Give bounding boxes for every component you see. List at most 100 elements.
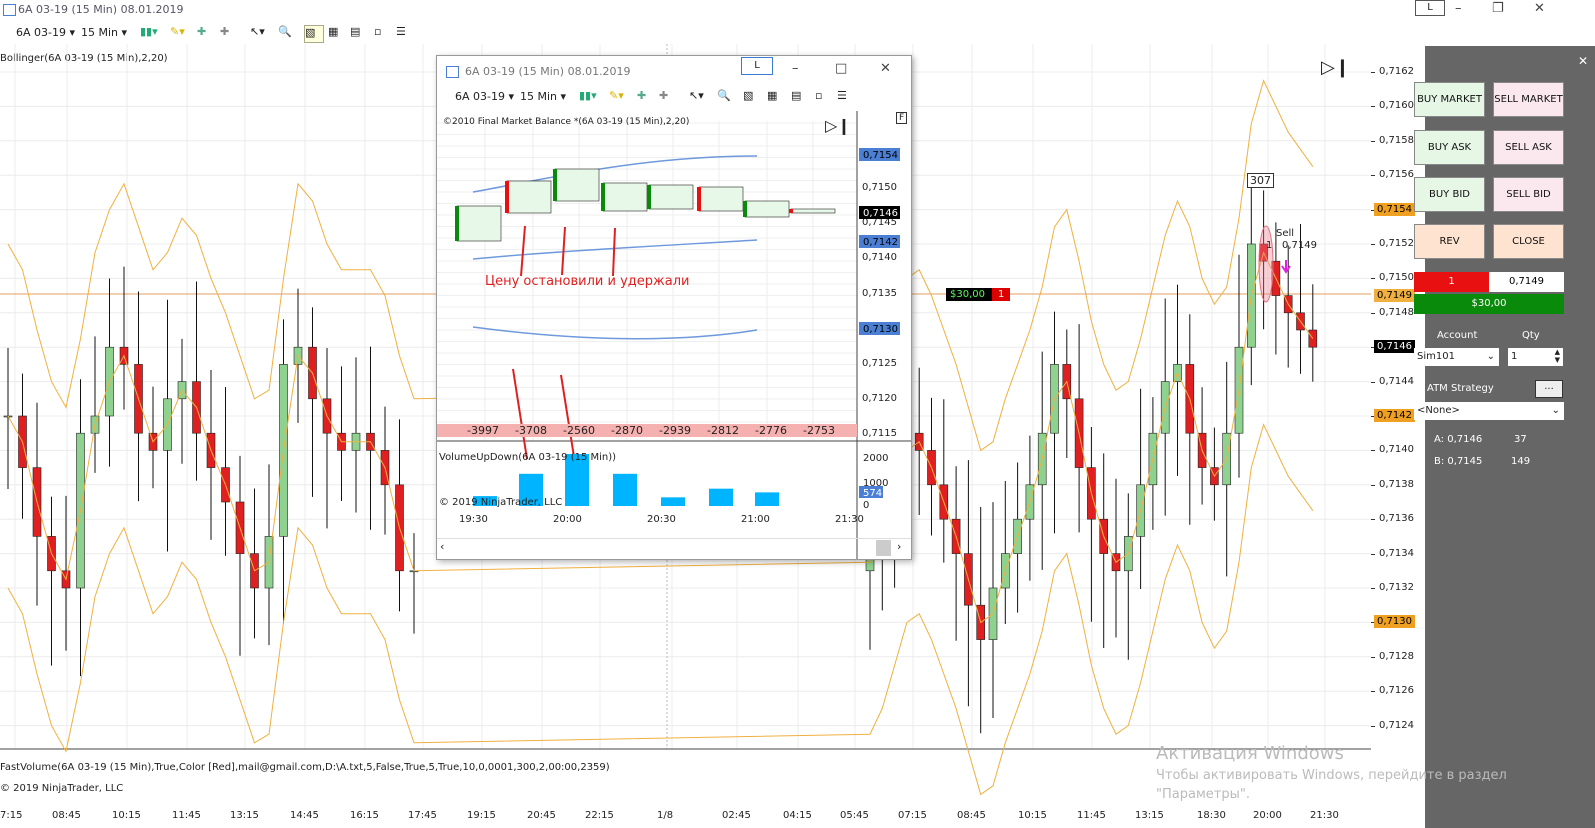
footprint-bar bbox=[698, 186, 744, 212]
popup-time-label: 21:30 bbox=[835, 514, 864, 525]
popup-interval-selector[interactable]: 15 Min ▾ bbox=[520, 90, 566, 103]
buy-market-button[interactable]: BUY MARKET bbox=[1414, 82, 1485, 117]
pnl-cell: $30,00 bbox=[1414, 294, 1564, 314]
indicators-icon[interactable]: ▦ bbox=[767, 89, 777, 102]
delta-value: -2560 bbox=[563, 424, 595, 437]
popup-link-button[interactable]: L bbox=[741, 57, 773, 75]
popup-chart[interactable]: 0,71500,71450,71400,71350,71300,71250,71… bbox=[437, 111, 911, 559]
interval-selector[interactable]: 15 Min ▾ bbox=[81, 26, 127, 39]
time-tick-label: 17:45 bbox=[408, 810, 437, 821]
cursor-icon[interactable]: ↖▾ bbox=[250, 25, 268, 41]
time-tick-label: 11:45 bbox=[172, 810, 201, 821]
price-badge-last: 0,7146 bbox=[1374, 340, 1415, 354]
price-tick bbox=[1371, 725, 1375, 727]
price-tick bbox=[1371, 106, 1375, 108]
volume-bar bbox=[709, 488, 733, 506]
popup-price-label: 0,7125 bbox=[862, 358, 897, 369]
time-tick-label: 18:30 bbox=[1197, 810, 1226, 821]
scroll-thumb[interactable] bbox=[876, 540, 891, 556]
chevron-down-icon: ⌄ bbox=[1551, 405, 1560, 416]
zoom-icon[interactable]: 🔍 bbox=[717, 89, 731, 102]
reverse-button[interactable]: REV bbox=[1414, 224, 1485, 259]
instrument-selector[interactable]: 6A 03-19 ▾ bbox=[16, 26, 75, 39]
delta-value: -2753 bbox=[803, 424, 835, 437]
footprint-bar bbox=[790, 208, 836, 214]
panel-close-icon[interactable]: ✕ bbox=[1578, 54, 1588, 68]
popup-scroll-end-icon[interactable]: ▷❙ bbox=[825, 116, 851, 135]
drawing-tool-icon[interactable]: ✎▾ bbox=[609, 89, 624, 102]
popup-price-badge: 0,7146 bbox=[863, 208, 898, 219]
minimize-icon[interactable]: – bbox=[1455, 1, 1462, 16]
indicators-icon[interactable]: ▦ bbox=[328, 25, 346, 41]
close-position-button[interactable]: CLOSE bbox=[1493, 224, 1564, 259]
time-tick-label: 02:45 bbox=[722, 810, 751, 821]
price-badge-mid: 0,7142 bbox=[1374, 409, 1415, 422]
time-tick-label: 10:15 bbox=[112, 810, 141, 821]
bid-price: B: 0,7145 bbox=[1434, 456, 1483, 467]
properties-icon[interactable]: ☰ bbox=[837, 89, 847, 102]
position-qty: 1 bbox=[992, 288, 1011, 301]
strategies-icon[interactable]: ▤ bbox=[791, 89, 801, 102]
drawing-tool-icon[interactable]: ✎▾ bbox=[170, 25, 188, 41]
popup-instrument-selector[interactable]: 6A 03-19 ▾ bbox=[455, 90, 514, 103]
chart-trader-icon[interactable]: ▧ bbox=[743, 89, 753, 102]
price-tick bbox=[1371, 312, 1375, 314]
pin-icon[interactable]: ✚ bbox=[637, 89, 646, 102]
close-icon[interactable]: ✕ bbox=[1534, 1, 1545, 16]
popup-maximize-icon[interactable]: □ bbox=[835, 61, 847, 76]
time-tick-label: 20:45 bbox=[527, 810, 556, 821]
time-tick-label: 14:45 bbox=[290, 810, 319, 821]
restore-icon[interactable]: ❐ bbox=[1492, 1, 1504, 16]
qty-stepper[interactable]: 1 ▲ ▼ bbox=[1508, 348, 1563, 366]
zoom-icon[interactable]: 🔍 bbox=[278, 25, 296, 41]
popup-price-label: 0,7135 bbox=[862, 288, 897, 299]
footprint-bar bbox=[744, 200, 790, 218]
price-tick bbox=[1371, 656, 1375, 658]
sell-bid-button[interactable]: SELL BID bbox=[1493, 177, 1564, 212]
popup-toolbar: 6A 03-19 ▾ 15 Min ▾ ▮▮▾ ✎▾ ✚ ✚ ↖▾ 🔍 ▧ ▦ … bbox=[437, 86, 911, 108]
footprint-body bbox=[743, 201, 747, 217]
buy-ask-button[interactable]: BUY ASK bbox=[1414, 130, 1485, 165]
sell-arrow-icon bbox=[1281, 260, 1291, 274]
popup-close-icon[interactable]: ✕ bbox=[880, 61, 891, 76]
popup-minimize-icon[interactable]: – bbox=[792, 61, 799, 76]
sell-market-button[interactable]: SELL MARKET bbox=[1493, 82, 1564, 117]
atm-strategy-select[interactable]: <None> ⌄ bbox=[1414, 402, 1564, 420]
price-tick-label: 0,7160 bbox=[1379, 100, 1414, 112]
scroll-end-icon[interactable]: ▷❙ bbox=[1321, 57, 1350, 78]
chart-trader-panel: ✕ BUY MARKET SELL MARKET BUY ASK SELL AS… bbox=[1414, 46, 1595, 828]
account-select[interactable]: Sim101 ⌄ bbox=[1414, 348, 1499, 366]
activation-watermark-title: Активация Windows bbox=[1156, 743, 1344, 764]
qty-label: Qty bbox=[1522, 330, 1540, 341]
time-tick-label: 04:15 bbox=[783, 810, 812, 821]
bar-type-icon[interactable]: ▮▮▾ bbox=[579, 89, 597, 102]
bar-type-icon[interactable]: ▮▮▾ bbox=[140, 25, 158, 41]
atm-options-button[interactable]: ... bbox=[1535, 380, 1563, 398]
time-tick-label: 1/8 bbox=[657, 810, 674, 821]
scroll-left-icon[interactable]: ‹ bbox=[440, 540, 444, 553]
scroll-right-icon[interactable]: › bbox=[897, 540, 901, 553]
popup-chart-window[interactable]: 6A 03-19 (15 Min) 08.01.2019 L – □ ✕ 6A … bbox=[436, 55, 912, 560]
chart-trader-icon[interactable]: ▧ bbox=[304, 25, 324, 43]
templates-icon[interactable]: ▫ bbox=[374, 25, 392, 41]
cursor-icon[interactable]: ↖▾ bbox=[689, 89, 704, 102]
volume-axis-label: 0 bbox=[863, 500, 869, 511]
popup-copyright: © 2019 NinjaTrader, LLC bbox=[439, 497, 563, 508]
link-button[interactable]: L bbox=[1415, 0, 1445, 16]
time-tick-label: 21:30 bbox=[1310, 810, 1339, 821]
volume-badge: 574 bbox=[863, 488, 882, 499]
footprint-bar bbox=[554, 168, 600, 202]
buy-bid-button[interactable]: BUY BID bbox=[1414, 177, 1485, 212]
highlight-ellipse bbox=[1258, 225, 1274, 303]
strategies-icon[interactable]: ▤ bbox=[350, 25, 368, 41]
price-tick bbox=[1371, 278, 1375, 280]
templates-icon[interactable]: ▫ bbox=[815, 89, 822, 102]
popup-scrollbar[interactable]: ‹ › bbox=[437, 538, 911, 557]
time-tick-label: 13:15 bbox=[230, 810, 259, 821]
properties-icon[interactable]: ☰ bbox=[396, 25, 414, 41]
global-pin-icon[interactable]: ✚ bbox=[220, 25, 238, 41]
ask-price: A: 0,7146 bbox=[1434, 434, 1483, 445]
pin-icon[interactable]: ✚ bbox=[197, 25, 215, 41]
sell-ask-button[interactable]: SELL ASK bbox=[1493, 130, 1564, 165]
global-pin-icon[interactable]: ✚ bbox=[659, 89, 668, 102]
